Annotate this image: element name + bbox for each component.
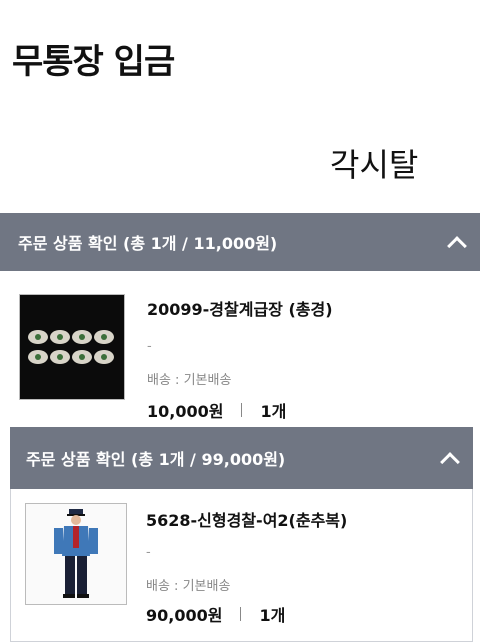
product-option: -: [146, 545, 151, 560]
shipping-method: 배송 : 기본배송: [147, 373, 232, 388]
chevron-up-icon[interactable]: [447, 235, 467, 256]
product-price: 10,000원: [147, 402, 224, 421]
order-summary-header-1[interactable]: 주문 상품 확인 (총 1개 / 11,000원): [0, 213, 480, 271]
price-quantity-row: 90,000원 1개: [146, 602, 285, 626]
product-quantity: 1개: [259, 606, 286, 625]
product-image-police-insignia[interactable]: [19, 294, 125, 400]
order-summary-label: 주문 상품 확인 (총 1개 / 99,000원): [26, 450, 286, 469]
product-image-police-uniform[interactable]: [25, 503, 127, 605]
product-option: -: [147, 339, 152, 354]
divider: [240, 607, 242, 621]
depositor-name: 각시탈: [330, 146, 419, 184]
shipping-method: 배송 : 기본배송: [146, 579, 231, 594]
chevron-up-icon[interactable]: [440, 451, 460, 472]
order-summary-label: 주문 상품 확인 (총 1개 / 11,000원): [18, 234, 278, 253]
divider: [241, 403, 243, 417]
product-name[interactable]: 20099-경찰계급장 (총경): [147, 296, 333, 320]
order-summary-header-2[interactable]: 주문 상품 확인 (총 1개 / 99,000원): [10, 427, 473, 489]
product-quantity: 1개: [260, 402, 287, 421]
price-quantity-row: 10,000원 1개: [147, 398, 286, 422]
payment-method-title: 무통장 입금: [12, 42, 175, 82]
product-name[interactable]: 5628-신형경찰-여2(춘추복): [146, 507, 347, 531]
product-price: 90,000원: [146, 606, 223, 625]
